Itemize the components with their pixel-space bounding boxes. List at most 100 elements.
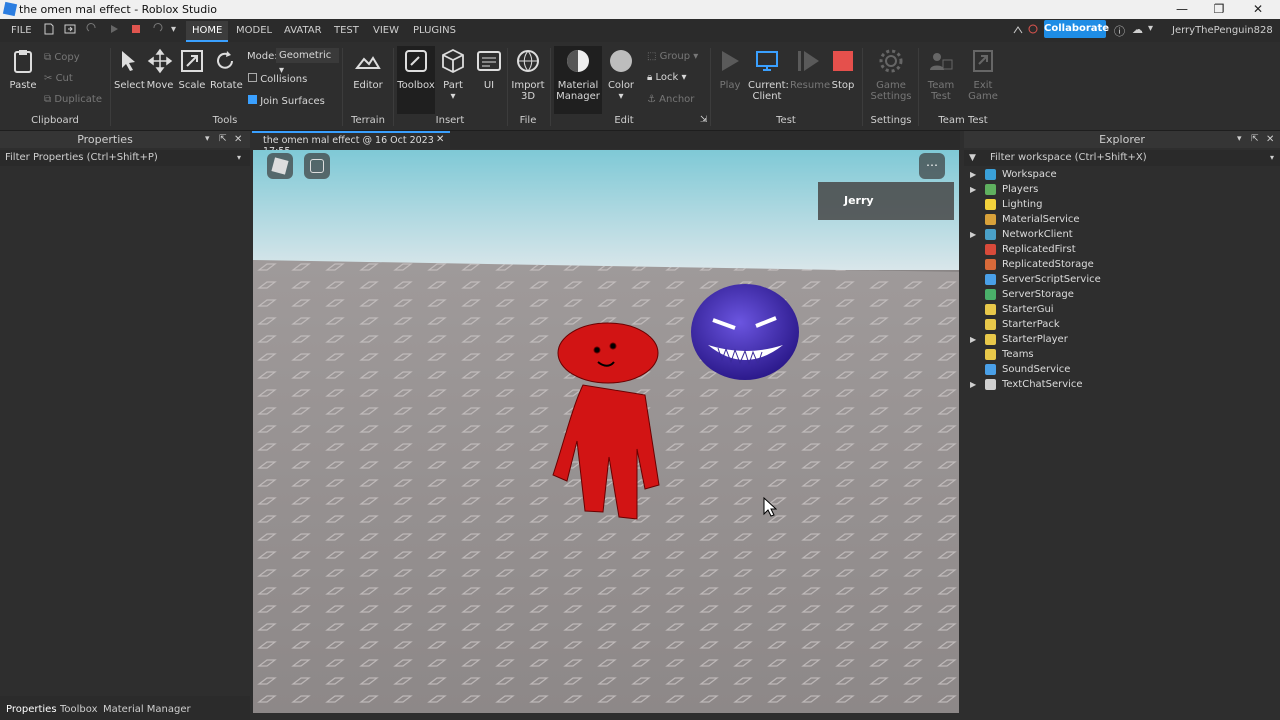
game-settings-button[interactable]: Game Settings (870, 48, 912, 102)
help-icon[interactable]: ⓘ (1114, 23, 1125, 39)
join-surfaces-checkbox[interactable]: Join Surfaces (248, 95, 325, 107)
cloud-icon[interactable]: ☁ (1132, 23, 1143, 36)
collaborate-button[interactable]: Collaborate (1044, 20, 1109, 38)
explorer-header: Explorer ▾ ⇱ ✕ (964, 131, 1280, 148)
player-name[interactable]: Jerry (844, 194, 874, 207)
quick-access-dropdown-icon[interactable]: ▾ (171, 24, 176, 35)
edit-expand-icon[interactable]: ⇲ (700, 115, 708, 125)
tree-item-teams[interactable]: Teams (962, 347, 1280, 362)
terrain-icon (354, 56, 381, 69)
tab-model[interactable]: MODEL (236, 25, 272, 36)
anchor-button[interactable]: ⚓︎ Anchor (647, 94, 694, 105)
tree-item-serverscriptservice[interactable]: ServerScriptService (962, 272, 1280, 287)
expand-arrow-icon[interactable]: ▶ (970, 167, 976, 182)
tree-item-players[interactable]: ▶ Players (962, 182, 1280, 197)
terrain-editor-button[interactable]: Editor (352, 48, 384, 91)
chevron-down-icon[interactable]: ▾ (1270, 150, 1274, 166)
tab-toolbox[interactable]: Toolbox (60, 704, 98, 715)
play-quick-icon[interactable] (108, 23, 120, 35)
tree-item-starterplayer[interactable]: ▶ StarterPlayer (962, 332, 1280, 347)
paste-button[interactable]: Paste (8, 48, 38, 91)
toolbox-button[interactable]: Toolbox (397, 46, 435, 114)
notification-icon[interactable] (1027, 23, 1039, 35)
account-dropdown-icon[interactable]: ▾ (1148, 23, 1153, 34)
tree-item-replicatedfirst[interactable]: ReplicatedFirst (962, 242, 1280, 257)
collisions-checkbox[interactable]: Collisions (248, 73, 307, 85)
expand-arrow-icon[interactable]: ▶ (970, 227, 976, 242)
expand-arrow-icon[interactable]: ▶ (970, 332, 976, 347)
minimize-icon[interactable]: — (1172, 2, 1192, 16)
lock-button[interactable]: 🔒︎ Lock ▾ (647, 72, 687, 83)
menu-file[interactable]: FILE (11, 25, 32, 36)
close-tab-icon[interactable]: ✕ (436, 134, 444, 145)
close-icon[interactable]: ✕ (234, 131, 242, 148)
tab-home[interactable]: HOME (186, 21, 229, 42)
publish-icon[interactable] (64, 23, 76, 35)
undock-icon[interactable]: ⇱ (219, 131, 227, 148)
rotate-button[interactable]: Rotate (210, 48, 243, 91)
team-test-button[interactable]: Team Test (924, 48, 958, 102)
tab-plugins[interactable]: PLUGINS (413, 25, 456, 36)
group-button[interactable]: ⬚ Group ▾ (647, 51, 698, 62)
scale-button[interactable]: Scale (178, 48, 206, 91)
tree-item-workspace[interactable]: ▶ Workspace (962, 167, 1280, 182)
stop-quick-icon[interactable] (130, 23, 142, 35)
play-button[interactable]: Play (715, 48, 745, 91)
chevron-down-icon[interactable]: ▾ (1237, 131, 1242, 148)
tree-item-soundservice[interactable]: SoundService (962, 362, 1280, 377)
toolbox-icon (405, 50, 427, 72)
tree-item-label: ReplicatedFirst (1002, 244, 1076, 255)
document-tab[interactable]: the omen mal effect @ 16 Oct 2023 17:55 … (252, 131, 450, 157)
copy-button[interactable]: ⧉ Copy (44, 52, 80, 63)
undo-icon[interactable] (151, 23, 163, 35)
tree-item-materialservice[interactable]: MaterialService (962, 212, 1280, 227)
exit-game-button[interactable]: Exit Game (966, 48, 1000, 102)
share-icon[interactable] (1012, 23, 1024, 35)
tree-item-networkclient[interactable]: ▶ NetworkClient (962, 227, 1280, 242)
restore-icon[interactable]: ❐ (1209, 2, 1229, 16)
tab-properties[interactable]: Properties (6, 704, 57, 715)
part-button[interactable]: Part ▾ (440, 48, 466, 102)
resume-button[interactable]: Resume (790, 48, 830, 91)
tree-item-startergui[interactable]: StarterGui (962, 302, 1280, 317)
new-file-icon[interactable] (43, 23, 55, 35)
tab-test[interactable]: TEST (334, 25, 359, 36)
expand-arrow-icon[interactable]: ▶ (970, 377, 976, 392)
tree-item-textchatservice[interactable]: ▶ TextChatService (962, 377, 1280, 392)
anchor-icon: ⚓︎ (647, 94, 660, 105)
redo-quick-icon[interactable] (86, 23, 98, 35)
mode-dropdown[interactable]: Geometric ▾ (276, 48, 339, 76)
tree-item-lighting[interactable]: Lighting (962, 197, 1280, 212)
roblox-menu-button[interactable] (267, 153, 293, 179)
ui-button[interactable]: UI (476, 48, 502, 91)
tree-item-starterpack[interactable]: StarterPack (962, 317, 1280, 332)
tab-view[interactable]: VIEW (373, 25, 399, 36)
globe-import-icon (517, 50, 539, 72)
chevron-down-icon[interactable]: ▾ (205, 131, 210, 148)
move-button[interactable]: Move (146, 48, 174, 91)
tab-material-manager[interactable]: Material Manager (103, 704, 191, 715)
material-manager-button[interactable]: Material Manager (554, 46, 602, 114)
tab-avatar[interactable]: AVATAR (284, 25, 322, 36)
select-button[interactable]: Select (114, 48, 145, 91)
game-viewport[interactable]: ⋯ Jerry (253, 150, 959, 713)
cut-button[interactable]: ✂ Cut (44, 73, 73, 84)
tree-item-serverstorage[interactable]: ServerStorage (962, 287, 1280, 302)
chevron-down-icon[interactable]: ▾ (237, 150, 241, 166)
close-icon[interactable]: ✕ (1266, 131, 1274, 148)
username-label[interactable]: JerryThePenguin828 (1172, 25, 1273, 36)
tree-item-replicatedstorage[interactable]: ReplicatedStorage (962, 257, 1280, 272)
chat-button[interactable] (304, 153, 330, 179)
expand-arrow-icon[interactable]: ▶ (970, 182, 976, 197)
current-client-button[interactable]: Current: Client (748, 48, 789, 102)
more-options-button[interactable]: ⋯ (919, 153, 945, 179)
close-icon[interactable]: ✕ (1248, 2, 1268, 16)
undock-icon[interactable]: ⇱ (1251, 131, 1259, 148)
import-3d-button[interactable]: Import 3D (510, 48, 546, 102)
color-button[interactable]: Color ▾ (606, 48, 636, 102)
duplicate-button[interactable]: ⧉ Duplicate (44, 94, 102, 105)
explorer-filter-input[interactable]: ▼ Filter workspace (Ctrl+Shift+X) ▾ (964, 150, 1280, 166)
properties-filter-input[interactable]: Filter Properties (Ctrl+Shift+P) ▾ (0, 150, 250, 166)
checkbox-checked-icon (248, 95, 257, 104)
stop-button[interactable]: Stop (830, 48, 856, 91)
